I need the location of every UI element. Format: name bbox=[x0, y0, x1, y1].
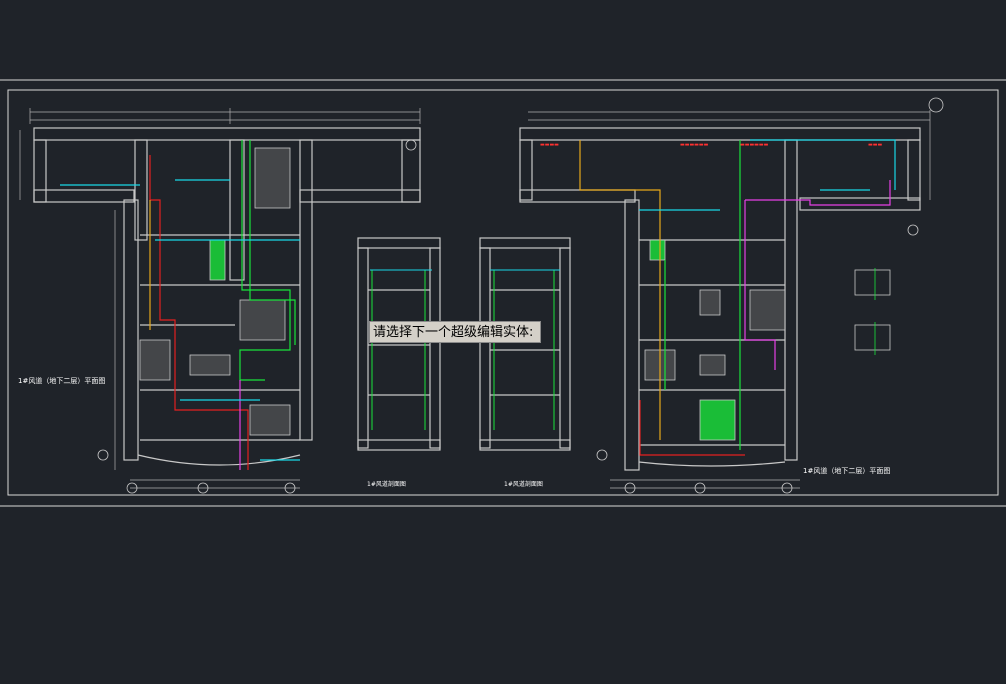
svg-text:▬▬▬: ▬▬▬ bbox=[868, 142, 882, 148]
svg-text:▬▬▬▬▬▬: ▬▬▬▬▬▬ bbox=[680, 142, 709, 148]
left-plan-title: 1#风道（地下二层）平面图 bbox=[18, 376, 105, 385]
section-a-title: 1#风道剖面图 bbox=[367, 480, 406, 488]
command-prompt-tooltip: 请选择下一个超级编辑实体: bbox=[369, 321, 541, 343]
left-floor-plan: 1#风道（地下二层）平面图 bbox=[18, 108, 421, 494]
right-floor-plan: ▬▬▬▬ ▬▬▬▬▬▬ ▬▬▬▬▬▬ ▬▬▬ 1#风道（地下二层）平面图 bbox=[519, 97, 944, 494]
section-a: 1#风道剖面图 bbox=[357, 237, 441, 488]
svg-text:▬▬▬▬: ▬▬▬▬ bbox=[540, 142, 559, 148]
section-b: 1#风道剖面图 bbox=[479, 237, 571, 488]
right-plan-title: 1#风道（地下二层）平面图 bbox=[803, 466, 890, 475]
svg-text:▬▬▬▬▬▬: ▬▬▬▬▬▬ bbox=[740, 142, 769, 148]
section-b-title: 1#风道剖面图 bbox=[504, 480, 543, 488]
